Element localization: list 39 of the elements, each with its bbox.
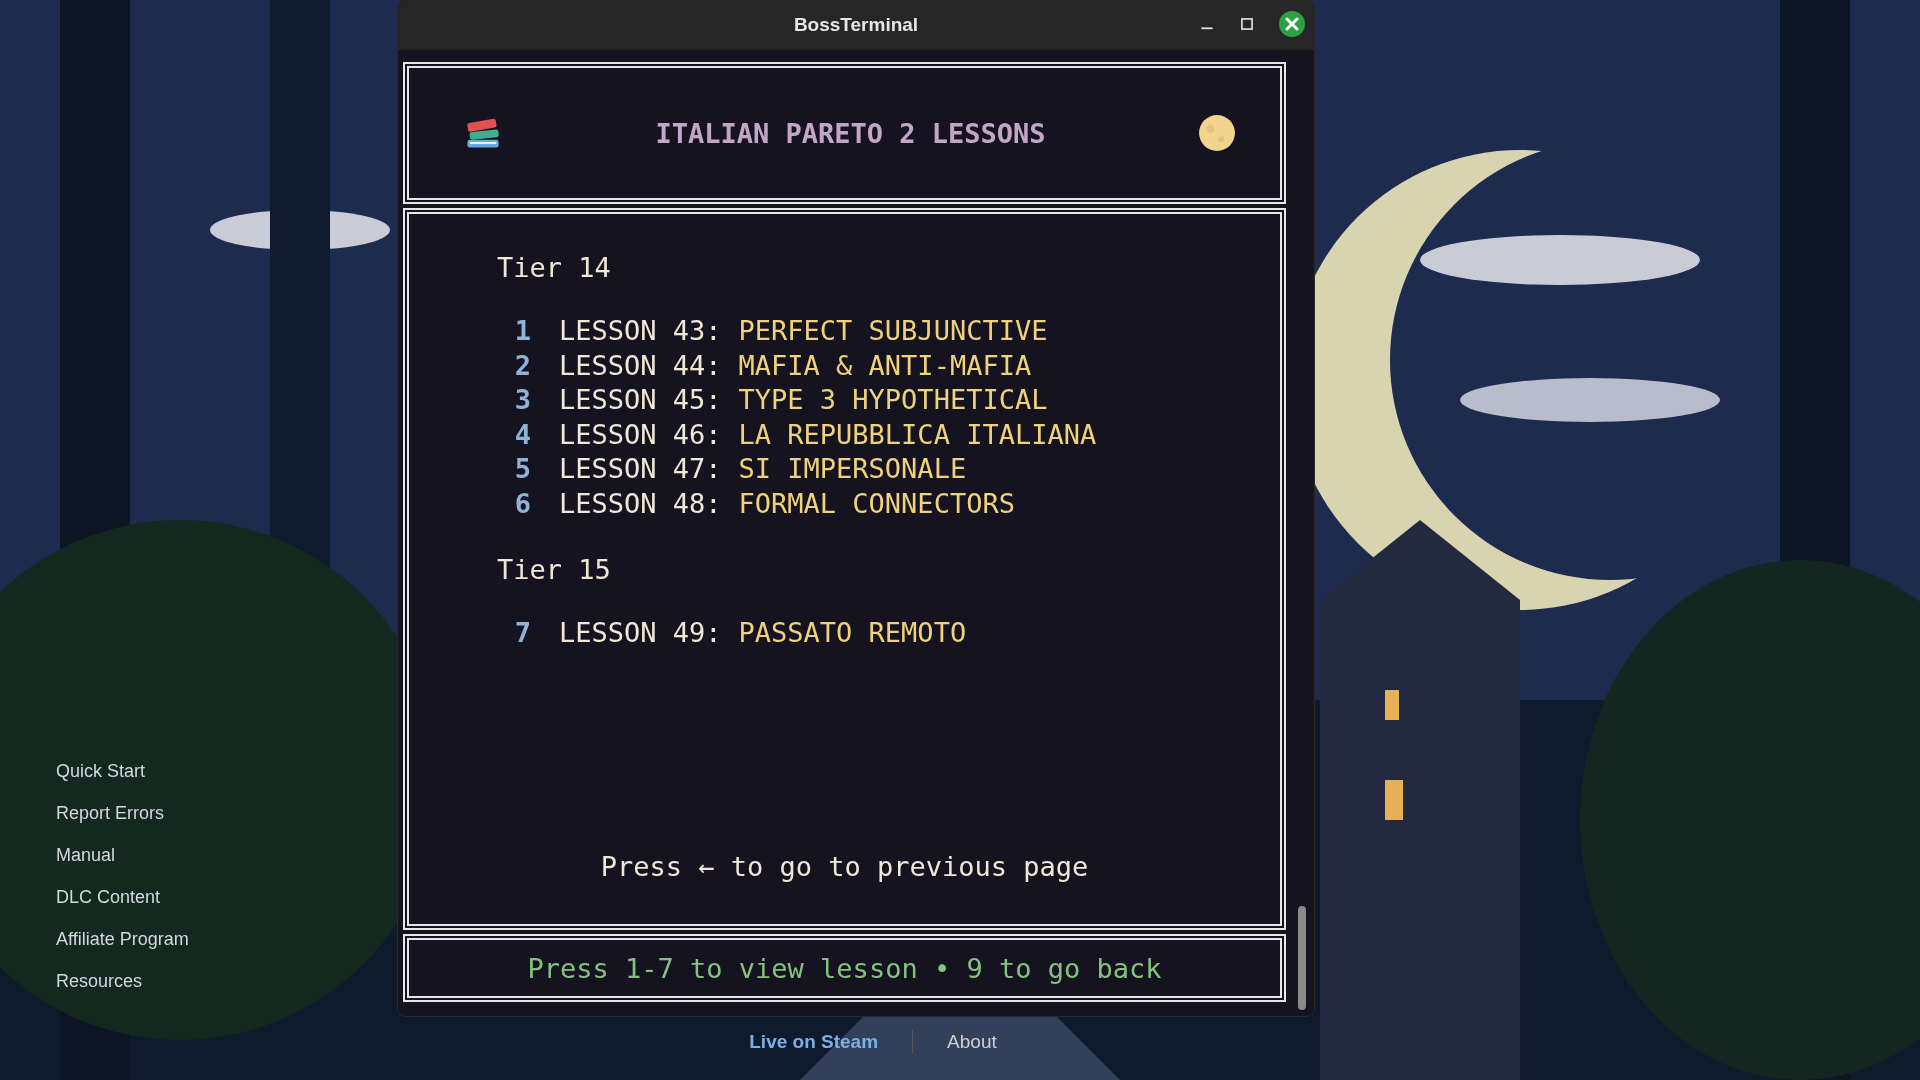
- footer-link[interactable]: About: [947, 1031, 997, 1053]
- window-title: BossTerminal: [793, 14, 919, 36]
- tier-heading: Tier 15: [497, 554, 611, 585]
- menu-key: 4: [497, 418, 531, 450]
- lesson-number: LESSON 44:: [559, 349, 722, 381]
- sidebar-link[interactable]: Manual: [56, 845, 116, 866]
- lesson-number: LESSON 49:: [559, 617, 722, 648]
- lesson-title[interactable]: PERFECT SUBJUNCTIVE: [738, 315, 1048, 346]
- lesson-title[interactable]: FORMAL CONNECTORS: [738, 487, 1015, 519]
- lesson-number: LESSON 48:: [559, 487, 722, 519]
- lesson-title[interactable]: MAFIA & ANTI-MAFIA: [738, 349, 1032, 381]
- sidebar-link[interactable]: DLC Content: [56, 887, 161, 908]
- navigation-hint: Press ← to go to previous page: [600, 851, 1089, 882]
- lesson-number: LESSON 46:: [559, 418, 722, 450]
- moon-icon: [1198, 114, 1236, 152]
- lesson-number: LESSON 43:: [559, 315, 722, 346]
- menu-key: 6: [497, 487, 531, 519]
- footer-link[interactable]: Live on Steam: [749, 1031, 879, 1053]
- tier-heading: Tier 14: [497, 252, 611, 283]
- menu-key: 7: [497, 617, 531, 648]
- close-icon[interactable]: [1278, 10, 1306, 38]
- sidebar-link[interactable]: Report Errors: [56, 803, 165, 824]
- maximize-icon[interactable]: [1238, 15, 1256, 33]
- menu-key: 3: [497, 384, 531, 415]
- sidebar-link[interactable]: Resources: [56, 971, 143, 992]
- lesson-title[interactable]: TYPE 3 HYPOTHETICAL: [738, 384, 1048, 415]
- sidebar-link[interactable]: Affiliate Program: [56, 929, 189, 950]
- lesson-title[interactable]: SI IMPERSONALE: [738, 453, 967, 484]
- sidebar-link[interactable]: Quick Start: [56, 761, 146, 782]
- status-text: Press 1-7 to view lesson • 9 to go back: [527, 952, 1162, 984]
- scrollbar[interactable]: [1298, 906, 1306, 1010]
- menu-key: 5: [497, 453, 531, 484]
- menu-key: 2: [497, 349, 531, 381]
- lesson-number: LESSON 47:: [559, 453, 722, 484]
- page-title: ITALIAN PARETO 2 LESSONS: [655, 117, 1046, 149]
- lesson-number: LESSON 45:: [559, 384, 722, 415]
- menu-key: 1: [497, 315, 531, 346]
- lesson-title[interactable]: LA REPUBBLICA ITALIANA: [738, 418, 1097, 450]
- lesson-title[interactable]: PASSATO REMOTO: [738, 617, 967, 648]
